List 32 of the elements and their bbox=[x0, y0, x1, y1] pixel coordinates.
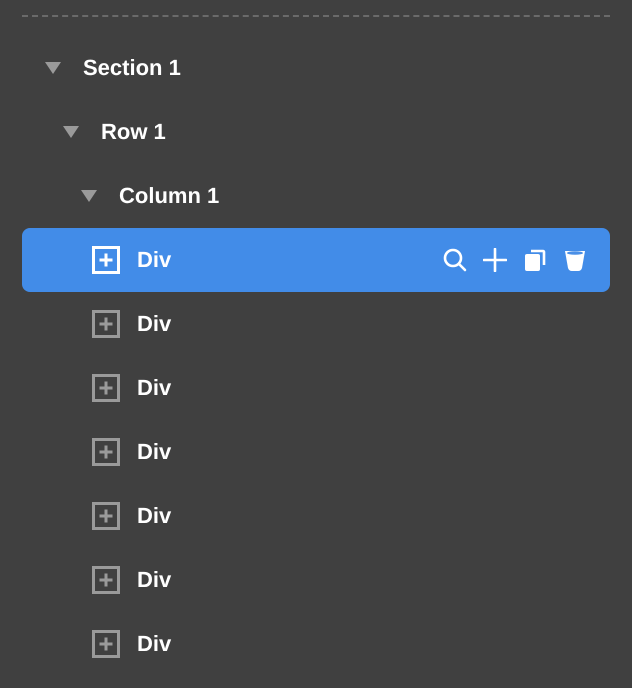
plus-square-icon[interactable] bbox=[92, 310, 120, 338]
tree-item-label: Div bbox=[137, 567, 172, 593]
tree-item[interactable]: Div bbox=[22, 548, 610, 612]
plus-square-icon[interactable] bbox=[92, 374, 120, 402]
tree-item[interactable]: Div bbox=[22, 356, 610, 420]
tree-item-label: Div bbox=[137, 247, 172, 273]
tree-item-label: Column 1 bbox=[119, 183, 220, 209]
tree-item-label: Section 1 bbox=[83, 55, 181, 81]
tree-item[interactable]: Row 1 bbox=[22, 100, 610, 164]
tree-item-label: Div bbox=[137, 503, 172, 529]
tree-item[interactable]: Div bbox=[22, 292, 610, 356]
caret-down-icon[interactable] bbox=[44, 61, 62, 75]
plus-square-icon[interactable] bbox=[92, 566, 120, 594]
tree-item[interactable]: Div bbox=[22, 484, 610, 548]
tree-item[interactable]: Column 1 bbox=[22, 164, 610, 228]
tree-item[interactable]: Section 1 bbox=[22, 36, 610, 100]
caret-down-icon[interactable] bbox=[80, 189, 98, 203]
plus-icon[interactable] bbox=[483, 248, 507, 272]
plus-square-icon[interactable] bbox=[92, 438, 120, 466]
tree-item-label: Div bbox=[137, 375, 172, 401]
tree-item[interactable]: Div bbox=[22, 612, 610, 676]
search-icon[interactable] bbox=[443, 248, 467, 272]
plus-square-icon[interactable] bbox=[92, 630, 120, 658]
tree-item[interactable]: Div bbox=[22, 420, 610, 484]
tree-item-label: Div bbox=[137, 311, 172, 337]
caret-down-icon[interactable] bbox=[62, 125, 80, 139]
trash-icon[interactable] bbox=[563, 248, 587, 272]
tree-item-label: Row 1 bbox=[101, 119, 166, 145]
copy-icon[interactable] bbox=[523, 248, 547, 272]
tree-item-label: Div bbox=[137, 631, 172, 657]
plus-square-icon[interactable] bbox=[92, 502, 120, 530]
tree-item-label: Div bbox=[137, 439, 172, 465]
